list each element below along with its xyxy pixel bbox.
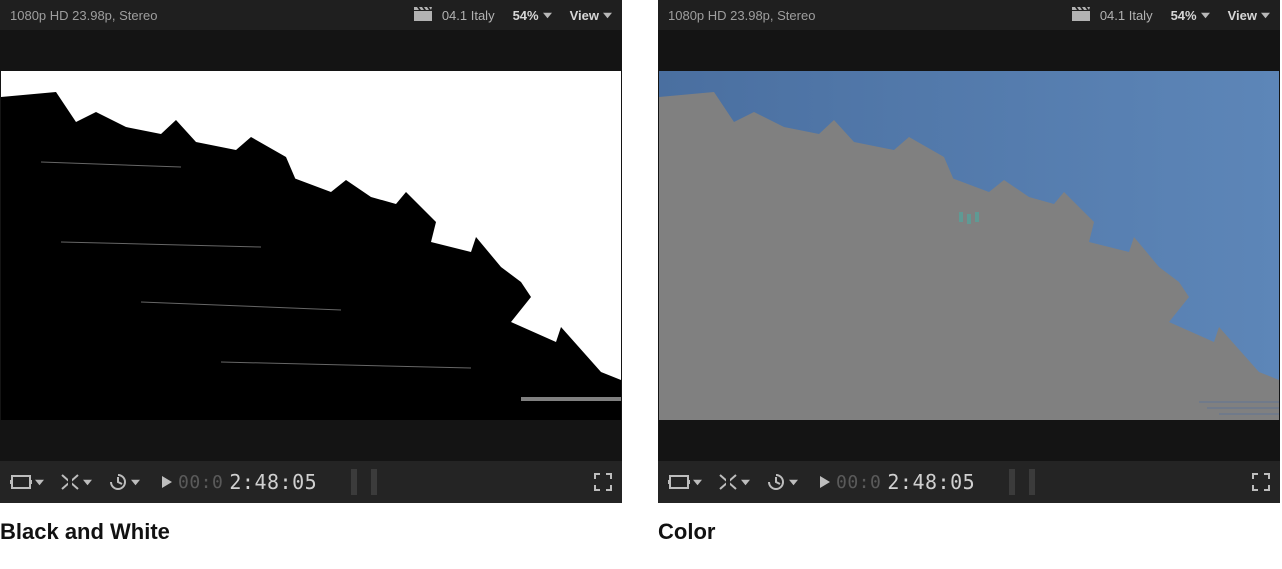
trim-tool-menu[interactable]	[60, 473, 92, 491]
chevron-down-icon	[131, 478, 140, 487]
clip-name-display[interactable]: 04.1 Italy	[414, 7, 495, 24]
zoom-menu[interactable]: 54%	[1171, 8, 1210, 23]
retime-tool-menu[interactable]	[766, 473, 798, 491]
fullscreen-button[interactable]	[594, 473, 612, 491]
timecode-ghost: 00:0	[836, 472, 881, 493]
chevron-down-icon	[83, 478, 92, 487]
chevron-down-icon	[693, 478, 702, 487]
viewer-panel-left: 1080p HD 23.98p, Stereo 04.1 Italy 54% V…	[0, 0, 622, 545]
play-icon[interactable]	[162, 476, 172, 488]
viewer-panel-right: 1080p HD 23.98p, Stereo 04.1 Italy 54% V…	[658, 0, 1280, 545]
panel-caption: Black and White	[0, 519, 622, 545]
viewer-bottombar: 00:0 2:48:05	[658, 461, 1280, 503]
viewer-window: 1080p HD 23.98p, Stereo 04.1 Italy 54% V…	[0, 0, 622, 503]
viewer-canvas[interactable]	[0, 30, 622, 461]
fullscreen-button[interactable]	[1252, 473, 1270, 491]
preview-frame-color	[659, 42, 1279, 449]
panel-caption: Color	[658, 519, 1280, 545]
timecode-ghost: 00:0	[178, 472, 223, 493]
frame-tool-menu[interactable]	[10, 474, 44, 490]
clip-name-text: 04.1 Italy	[1100, 8, 1153, 23]
view-label: View	[1228, 8, 1257, 23]
chevron-down-icon	[543, 11, 552, 20]
zoom-menu[interactable]: 54%	[513, 8, 552, 23]
timecode-display[interactable]: 2:48:05	[229, 470, 317, 494]
clapper-icon	[1072, 7, 1090, 24]
retime-tool-menu[interactable]	[108, 473, 140, 491]
format-label: 1080p HD 23.98p, Stereo	[10, 8, 157, 23]
trim-tool-menu[interactable]	[718, 473, 750, 491]
viewer-window: 1080p HD 23.98p, Stereo 04.1 Italy 54% V…	[658, 0, 1280, 503]
viewer-topbar: 1080p HD 23.98p, Stereo 04.1 Italy 54% V…	[0, 0, 622, 30]
audio-meters	[351, 469, 377, 495]
chevron-down-icon	[789, 478, 798, 487]
viewer-topbar: 1080p HD 23.98p, Stereo 04.1 Italy 54% V…	[658, 0, 1280, 30]
frame-tool-menu[interactable]	[668, 474, 702, 490]
view-menu[interactable]: View	[570, 8, 612, 23]
chevron-down-icon	[35, 478, 44, 487]
zoom-value: 54%	[1171, 8, 1197, 23]
viewer-canvas[interactable]	[658, 30, 1280, 461]
chevron-down-icon	[1261, 11, 1270, 20]
clapper-icon	[414, 7, 432, 24]
chevron-down-icon	[1201, 11, 1210, 20]
zoom-value: 54%	[513, 8, 539, 23]
clip-name-text: 04.1 Italy	[442, 8, 495, 23]
chevron-down-icon	[603, 11, 612, 20]
viewer-bottombar: 00:0 2:48:05	[0, 461, 622, 503]
format-label: 1080p HD 23.98p, Stereo	[668, 8, 815, 23]
audio-meters	[1009, 469, 1035, 495]
chevron-down-icon	[741, 478, 750, 487]
view-menu[interactable]: View	[1228, 8, 1270, 23]
timecode-display[interactable]: 2:48:05	[887, 470, 975, 494]
preview-frame-bw	[1, 42, 621, 449]
play-icon[interactable]	[820, 476, 830, 488]
clip-name-display[interactable]: 04.1 Italy	[1072, 7, 1153, 24]
view-label: View	[570, 8, 599, 23]
